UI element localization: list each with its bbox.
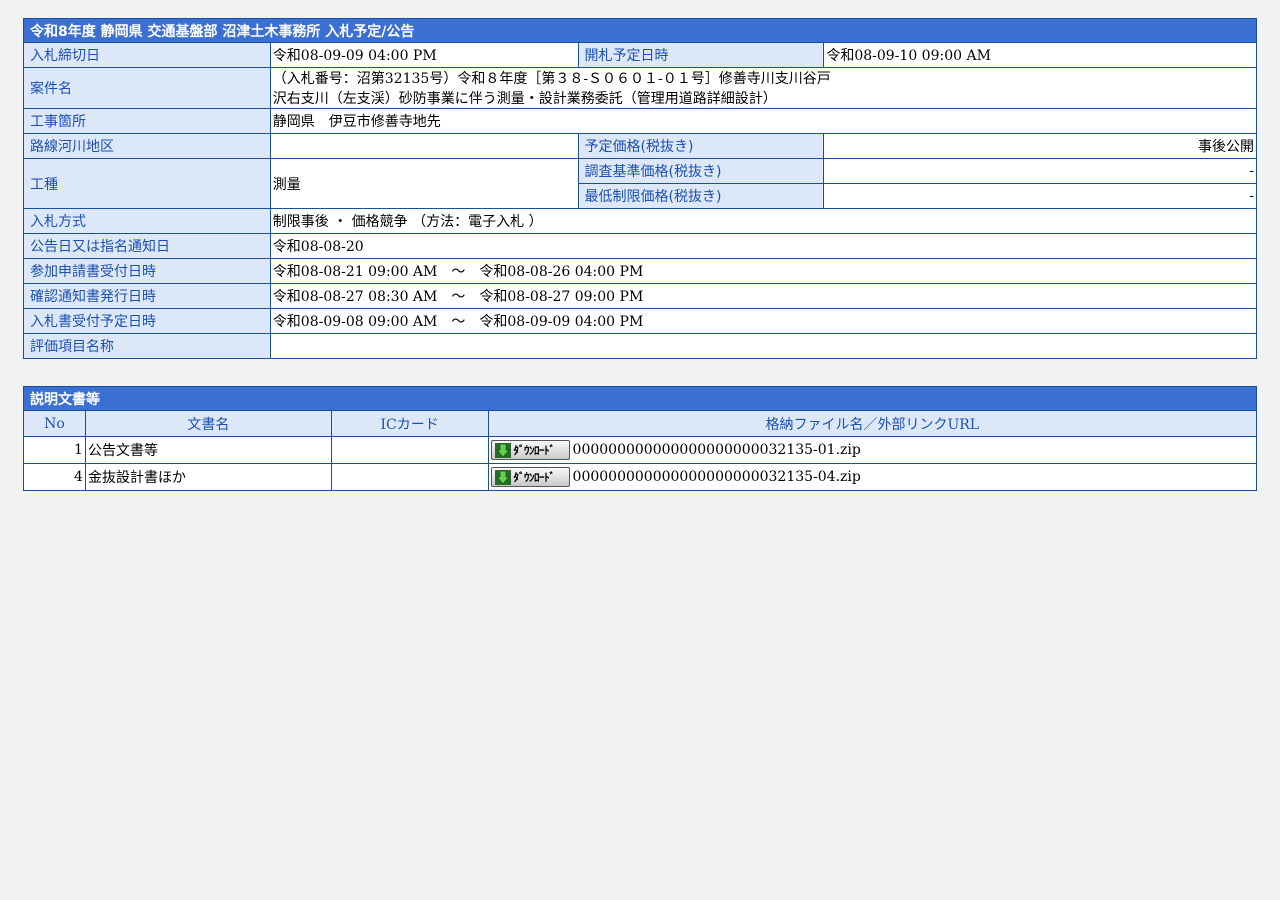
download-label: ﾀﾞｳﾝﾛｰﾄﾞ bbox=[513, 471, 556, 484]
project-name-label: 案件名 bbox=[23, 67, 271, 109]
download-arrow-icon bbox=[494, 443, 511, 458]
location-value: 静岡県 伊豆市修善寺地先 bbox=[269, 108, 1258, 134]
application-label: 参加申請書受付日時 bbox=[23, 258, 271, 284]
doc-no: 4 bbox=[23, 463, 86, 491]
min-price-value: - bbox=[823, 183, 1257, 209]
project-name-value: （入札番号：沼第32135号）令和８年度［第３８-Ｓ０６０１-０１号］修善寺川支… bbox=[269, 67, 1258, 109]
download-button[interactable]: ﾀﾞｳﾝﾛｰﾄﾞ bbox=[490, 467, 570, 487]
evaluation-label: 評価項目名称 bbox=[23, 333, 271, 359]
download-arrow-icon bbox=[494, 470, 511, 485]
doc-ic-card bbox=[330, 463, 489, 491]
col-header-doc-name: 文書名 bbox=[84, 410, 332, 437]
bid-receipt-label: 入札書受付予定日時 bbox=[23, 308, 271, 334]
opening-label: 開札予定日時 bbox=[577, 42, 825, 68]
doc-ic-card bbox=[330, 436, 489, 464]
notice-date-value: 令和08-08-20 bbox=[269, 233, 1258, 259]
download-button[interactable]: ﾀﾞｳﾝﾛｰﾄﾞ bbox=[490, 440, 570, 460]
application-value: 令和08-08-21 09:00 AM ～ 令和08-08-26 04:00 P… bbox=[269, 258, 1258, 284]
doc-file-name: 000000000000000000000032135-01.zip bbox=[572, 442, 861, 458]
doc-file-name: 000000000000000000000032135-04.zip bbox=[572, 469, 861, 485]
doc-file-cell: ﾀﾞｳﾝﾛｰﾄﾞ 000000000000000000000032135-01.… bbox=[487, 436, 1258, 464]
category-label: 工種 bbox=[23, 158, 271, 209]
doc-name: 金抜設計書ほか bbox=[84, 463, 332, 491]
location-label: 工事箇所 bbox=[23, 108, 271, 134]
documents-title: 説明文書等 bbox=[23, 386, 1257, 411]
page: 令和8年度 静岡県 交通基盤部 沼津土木事務所 入札予定/公告 入札締切日 令和… bbox=[0, 0, 1280, 900]
download-label: ﾀﾞｳﾝﾛｰﾄﾞ bbox=[513, 444, 556, 457]
doc-no: 1 bbox=[23, 436, 86, 464]
deadline-value: 令和08-09-09 04:00 PM bbox=[269, 42, 579, 68]
opening-value: 令和08-09-10 09:00 AM bbox=[823, 42, 1257, 68]
method-value: 制限事後 ・ 価格競争 （方法：電子入札 ） bbox=[269, 208, 1258, 234]
min-price-label: 最低制限価格(税抜き) bbox=[577, 183, 825, 209]
confirmation-label: 確認通知書発行日時 bbox=[23, 283, 271, 309]
method-label: 入札方式 bbox=[23, 208, 271, 234]
project-name-line2: 沢右支川（左支渓）砂防事業に伴う測量・設計業務委託（管理用道路詳細設計） bbox=[272, 91, 777, 107]
documents-table: 説明文書等 No 文書名 ICカード 格納ファイル名／外部リンクURL 1 公告… bbox=[23, 386, 1258, 491]
doc-file-cell: ﾀﾞｳﾝﾛｰﾄﾞ 000000000000000000000032135-04.… bbox=[487, 463, 1258, 491]
table-row: 4 金抜設計書ほか ﾀﾞｳﾝﾛｰﾄﾞ 000000000000000000000… bbox=[23, 463, 1258, 491]
planned-price-label: 予定価格(税抜き) bbox=[577, 133, 825, 159]
bid-info-table: 令和8年度 静岡県 交通基盤部 沼津土木事務所 入札予定/公告 入札締切日 令和… bbox=[23, 18, 1258, 359]
evaluation-value bbox=[269, 333, 1258, 359]
route-value bbox=[269, 133, 579, 159]
category-value: 測量 bbox=[269, 158, 579, 209]
bid-info-title: 令和8年度 静岡県 交通基盤部 沼津土木事務所 入札予定/公告 bbox=[23, 18, 1257, 43]
bid-receipt-value: 令和08-09-08 09:00 AM ～ 令和08-09-09 04:00 P… bbox=[269, 308, 1258, 334]
planned-price-value: 事後公開 bbox=[823, 133, 1257, 159]
survey-price-value: - bbox=[823, 158, 1257, 184]
table-row: 1 公告文書等 ﾀﾞｳﾝﾛｰﾄﾞ 00000000000000000000003… bbox=[23, 436, 1258, 464]
deadline-label: 入札締切日 bbox=[23, 42, 271, 68]
project-name-line1: （入札番号：沼第32135号）令和８年度［第３８-Ｓ０６０１-０１号］修善寺川支… bbox=[272, 71, 831, 87]
confirmation-value: 令和08-08-27 08:30 AM ～ 令和08-08-27 09:00 P… bbox=[269, 283, 1258, 309]
route-label: 路線河川地区 bbox=[23, 133, 271, 159]
survey-price-label: 調査基準価格(税抜き) bbox=[577, 158, 825, 184]
col-header-ic-card: ICカード bbox=[330, 410, 489, 437]
col-header-file: 格納ファイル名／外部リンクURL bbox=[487, 410, 1258, 437]
notice-date-label: 公告日又は指名通知日 bbox=[23, 233, 271, 259]
doc-name: 公告文書等 bbox=[84, 436, 332, 464]
col-header-no: No bbox=[23, 410, 86, 437]
